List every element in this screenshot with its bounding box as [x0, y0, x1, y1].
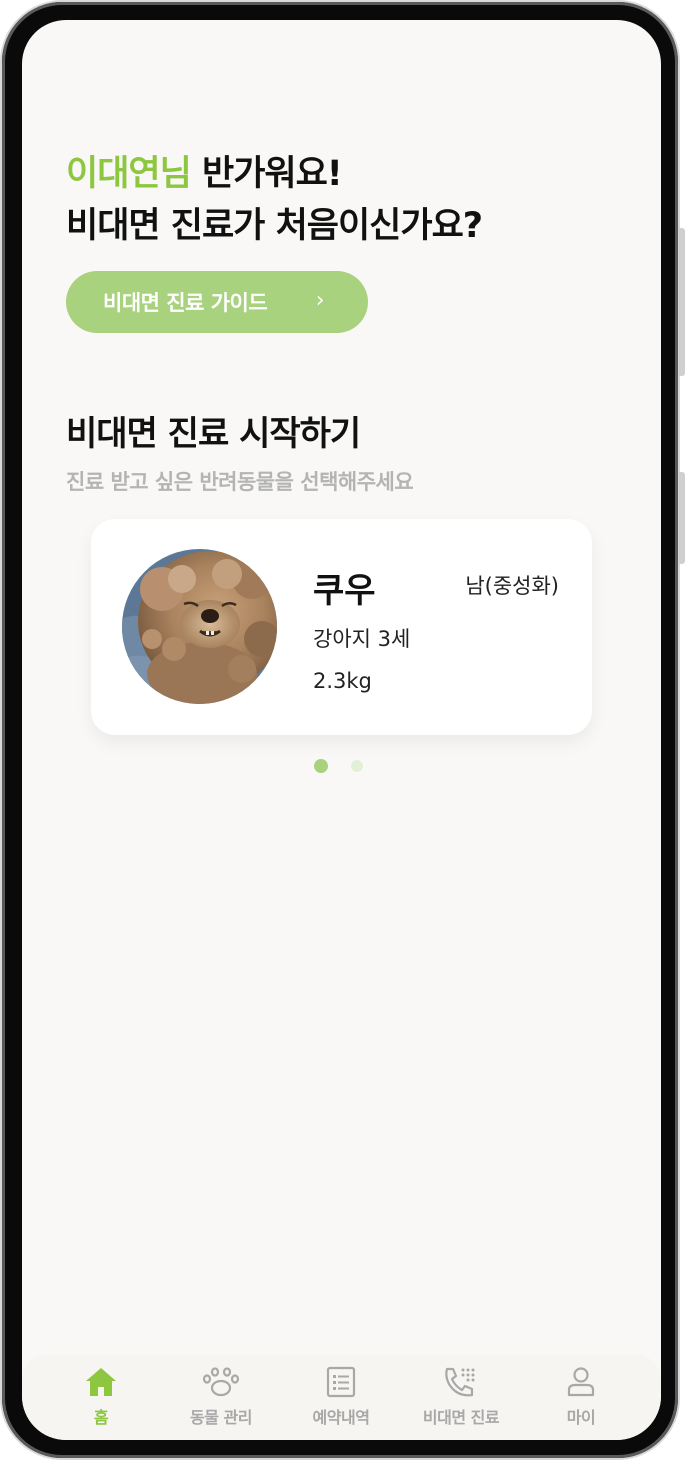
phone-icon — [401, 1366, 521, 1400]
greeting-text: 이대연님 반가워요! 비대면 진료가 처음이신가요? — [66, 148, 483, 252]
carousel-dot[interactable] — [351, 760, 363, 772]
greeting-welcome: 반가워요! — [190, 154, 343, 194]
pet-card[interactable]: 쿠우 남(중성화) 강아지 3세 2.3kg — [91, 519, 592, 735]
chevron-right-icon: › — [315, 288, 325, 313]
section-title: 비대면 진료 시작하기 — [66, 414, 361, 454]
pet-gender: 남(중성화) — [465, 574, 559, 598]
tab-telemedicine-label: 비대면 진료 — [422, 1408, 500, 1427]
pet-photo — [122, 549, 277, 704]
volume-button — [679, 228, 685, 376]
tab-animal-management-label: 동물 관리 — [190, 1408, 252, 1427]
pet-species-age: 강아지 3세 — [313, 627, 411, 651]
user-name: 이대연님 — [66, 154, 192, 194]
guide-button-label: 비대면 진료 가이드 — [103, 291, 268, 315]
tab-reservations-label: 예약내역 — [312, 1408, 370, 1427]
bottom-tab-bar: 홈 동물 관리 예약내역 비대면 진료 마이 — [22, 1354, 661, 1440]
list-icon — [281, 1366, 401, 1400]
app-screen: 이대연님 반가워요! 비대면 진료가 처음이신가요? 비대면 진료 가이드 › … — [22, 20, 661, 1440]
power-button — [679, 472, 685, 564]
paw-icon — [161, 1366, 281, 1400]
tab-home-label: 홈 — [93, 1408, 109, 1427]
user-icon — [521, 1366, 641, 1400]
home-icon — [41, 1366, 161, 1400]
section-subtitle: 진료 받고 싶은 반려동물을 선택해주세요 — [66, 470, 414, 494]
tab-my-label: 마이 — [566, 1408, 596, 1427]
carousel-indicator — [314, 759, 363, 773]
greeting-line-1: 이대연님 반가워요! — [66, 148, 482, 200]
greeting-line-2: 비대면 진료가 처음이신가요? — [66, 206, 483, 246]
pet-name: 쿠우 — [313, 571, 376, 611]
carousel-dot-active[interactable] — [314, 759, 328, 773]
pet-weight: 2.3kg — [313, 669, 372, 693]
telemedicine-guide-button[interactable]: 비대면 진료 가이드 › — [66, 271, 368, 333]
